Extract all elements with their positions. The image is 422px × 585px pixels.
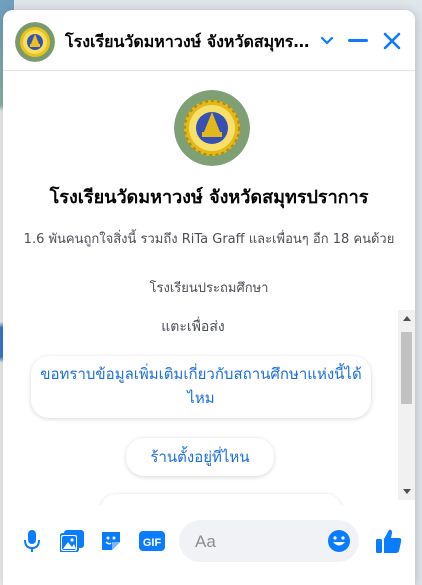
quick-reply-prompt: แตะเพื่อส่ง xyxy=(161,319,225,335)
school-logo-icon xyxy=(174,90,250,166)
chat-header: โรงเรียนวัดมหาวงษ์ จังหวัดสมุทรปราการ xyxy=(3,10,415,71)
profile-avatar[interactable] xyxy=(174,90,250,166)
sticker-icon[interactable] xyxy=(98,528,124,554)
microphone-icon[interactable] xyxy=(19,528,45,554)
profile-category: โรงเรียนประถมศึกษา xyxy=(149,281,269,296)
photo-icon[interactable] xyxy=(59,528,85,554)
messenger-chat-window: โรงเรียนวัดมหาวงษ์ จังหวัดสมุทรปราการ โร… xyxy=(3,10,415,585)
scrollbar-thumb[interactable] xyxy=(401,332,412,404)
message-input-container xyxy=(179,520,359,562)
chat-title[interactable]: โรงเรียนวัดมหาวงษ์ จังหวัดสมุทรปราการ xyxy=(65,30,313,55)
quick-reply-button[interactable]: ร้านตั้งอยู่ที่ไหน xyxy=(126,438,274,476)
chevron-down-icon[interactable] xyxy=(314,28,340,54)
minimize-icon[interactable] xyxy=(345,28,371,54)
message-input[interactable] xyxy=(193,531,317,553)
quick-reply-button[interactable]: ขอทราบข้อมูลเพิ่มเติมเกี่ยวกับสถานศึกษาแ… xyxy=(31,356,371,418)
scroll-up-arrow-icon[interactable] xyxy=(398,310,415,327)
gif-icon[interactable]: GIF xyxy=(139,528,165,554)
close-icon[interactable] xyxy=(379,28,405,54)
message-composer: GIF xyxy=(3,505,415,585)
profile-likes-text: 1.6 พันคนถูกใจสิ่งนี้ รวมถึง RiTa Graff … xyxy=(23,232,395,247)
profile-name[interactable]: โรงเรียนวัดมหาวงษ์ จังหวัดสมุทรปราการ xyxy=(17,182,401,211)
scroll-down-arrow-icon[interactable] xyxy=(398,483,415,500)
header-avatar[interactable] xyxy=(15,22,55,62)
thumbs-up-icon[interactable] xyxy=(373,525,405,557)
scrollbar[interactable] xyxy=(398,310,415,500)
svg-text:GIF: GIF xyxy=(143,537,162,549)
emoji-icon[interactable] xyxy=(327,529,351,553)
school-logo-icon xyxy=(15,22,55,62)
